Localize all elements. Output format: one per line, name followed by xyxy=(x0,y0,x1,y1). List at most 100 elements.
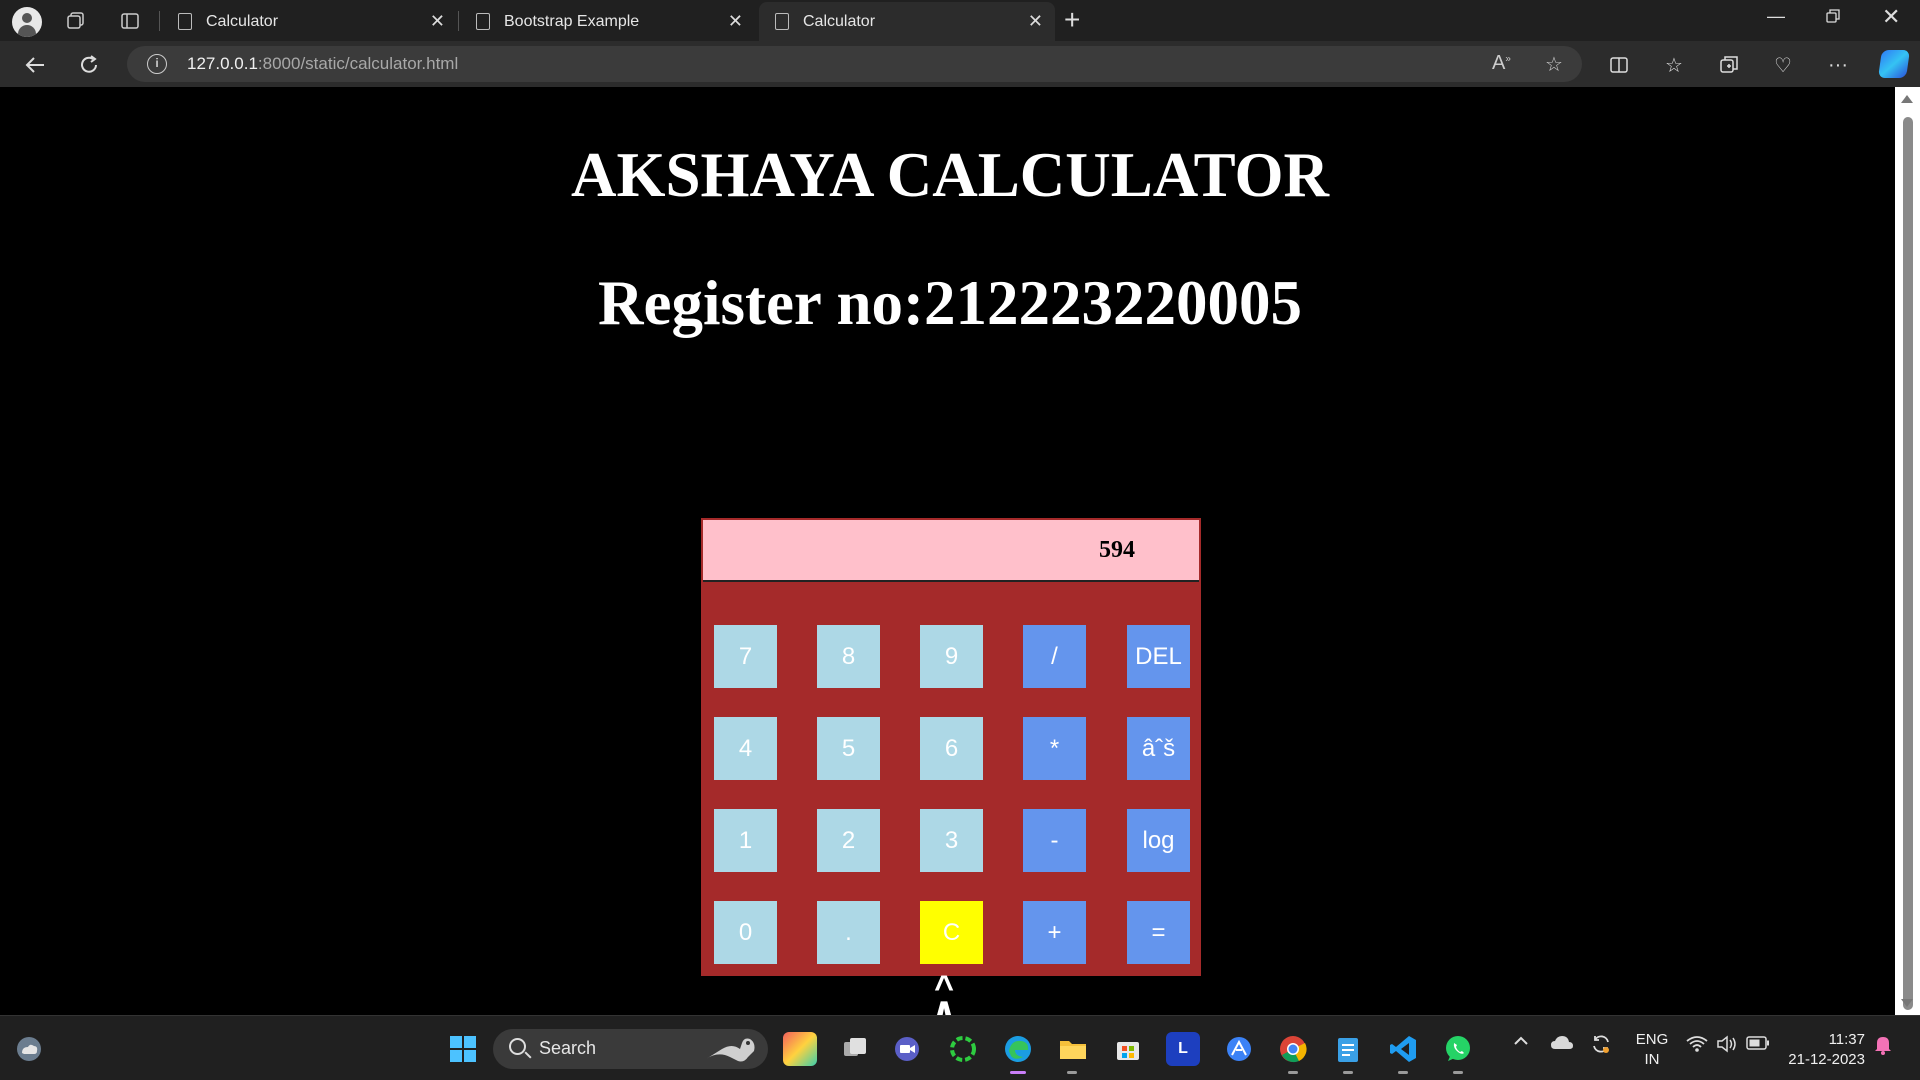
mouse-cursor-icon: ^ ∧ xyxy=(930,969,958,1015)
key-multiply[interactable]: * xyxy=(1023,717,1086,780)
key-9[interactable]: 9 xyxy=(920,625,983,688)
wifi-icon[interactable] xyxy=(1686,1035,1708,1058)
key-divide[interactable]: / xyxy=(1023,625,1086,688)
workspaces-icon[interactable] xyxy=(60,5,92,37)
close-tab-icon[interactable]: ✕ xyxy=(728,11,743,32)
profile-avatar-icon[interactable] xyxy=(12,7,42,37)
file-explorer-icon[interactable] xyxy=(1056,1032,1090,1066)
tab-bootstrap-example[interactable]: Bootstrap Example ✕ xyxy=(460,2,755,41)
sync-icon[interactable] xyxy=(1590,1033,1612,1060)
read-aloud-icon[interactable]: A» xyxy=(1492,52,1511,75)
favorite-star-icon[interactable]: ☆ xyxy=(1545,52,1563,77)
site-info-icon[interactable]: i xyxy=(147,54,167,74)
copilot-preview-icon[interactable] xyxy=(783,1032,817,1066)
tab-title: Calculator xyxy=(206,12,279,30)
search-icon xyxy=(509,1038,526,1055)
more-options-icon[interactable]: ··· xyxy=(1821,48,1855,82)
search-label: Search xyxy=(539,1038,597,1058)
key-equals[interactable]: = xyxy=(1127,901,1190,964)
weather-widget-icon[interactable] xyxy=(12,1032,46,1066)
key-delete[interactable]: DEL xyxy=(1127,625,1190,688)
vector-app-icon[interactable] xyxy=(1222,1032,1256,1066)
tab-separator xyxy=(159,11,160,31)
url-host: 127.0.0.1 xyxy=(187,54,258,73)
scroll-up-arrow-icon[interactable] xyxy=(1901,95,1913,103)
address-bar[interactable]: i 127.0.0.1:8000/static/calculator.html … xyxy=(127,46,1582,82)
new-tab-plus-icon[interactable]: + xyxy=(1064,4,1080,36)
scroll-thumb[interactable] xyxy=(1903,117,1913,1010)
back-arrow-icon[interactable] xyxy=(18,48,52,82)
notification-bell-icon[interactable] xyxy=(1874,1034,1892,1061)
microsoft-store-icon[interactable] xyxy=(1111,1032,1145,1066)
calculator-display: 594 xyxy=(703,520,1199,582)
page-icon xyxy=(775,13,789,30)
favorites-icon[interactable]: ☆ xyxy=(1657,48,1691,82)
windows-start-icon[interactable] xyxy=(446,1032,480,1066)
key-3[interactable]: 3 xyxy=(920,809,983,872)
key-add[interactable]: + xyxy=(1023,901,1086,964)
tab-separator xyxy=(458,11,459,31)
url-path: :8000/static/calculator.html xyxy=(257,54,459,73)
onedrive-cloud-icon[interactable] xyxy=(1550,1034,1574,1055)
key-4[interactable]: 4 xyxy=(714,717,777,780)
app-running-indicator xyxy=(1288,1071,1298,1074)
page-icon xyxy=(476,13,490,30)
chrome-browser-icon[interactable] xyxy=(1276,1032,1310,1066)
browser-title-bar: Calculator ✕ Bootstrap Example ✕ Calcula… xyxy=(0,0,1920,41)
task-view-icon[interactable] xyxy=(838,1032,872,1066)
key-subtract[interactable]: - xyxy=(1023,809,1086,872)
refresh-icon[interactable] xyxy=(72,48,106,82)
display-value: 594 xyxy=(1099,537,1135,563)
key-square-root[interactable]: âˆš xyxy=(1127,717,1190,780)
key-2[interactable]: 2 xyxy=(817,809,880,872)
minimize-icon[interactable]: — xyxy=(1767,6,1785,27)
copilot-icon[interactable] xyxy=(1878,50,1910,78)
register-number: Register no:212223220005 xyxy=(597,268,1302,338)
collections-icon[interactable] xyxy=(1712,48,1746,82)
vscode-icon[interactable] xyxy=(1386,1032,1420,1066)
clock-date: 21-12-2023 xyxy=(1788,1051,1865,1068)
key-clear[interactable]: C xyxy=(920,901,983,964)
loading-circle-app-icon[interactable] xyxy=(946,1032,980,1066)
meet-video-icon[interactable] xyxy=(890,1032,924,1066)
vertical-scrollbar[interactable] xyxy=(1895,87,1920,1015)
key-decimal[interactable]: . xyxy=(817,901,880,964)
vertical-tabs-icon[interactable] xyxy=(114,5,146,37)
whatsapp-icon[interactable] xyxy=(1441,1032,1475,1066)
notepad-icon[interactable] xyxy=(1331,1032,1365,1066)
close-tab-icon[interactable]: ✕ xyxy=(430,11,445,32)
language-indicator[interactable]: ENG IN xyxy=(1632,1030,1672,1070)
l-app-icon[interactable]: L xyxy=(1166,1032,1200,1066)
taskbar-search-box[interactable]: Search xyxy=(493,1029,768,1069)
scroll-down-arrow-icon[interactable] xyxy=(1901,999,1913,1007)
restore-icon[interactable] xyxy=(1825,8,1841,29)
tab-title: Bootstrap Example xyxy=(504,12,640,30)
tab-calculator-1[interactable]: Calculator ✕ xyxy=(162,2,457,41)
key-1[interactable]: 1 xyxy=(714,809,777,872)
key-6[interactable]: 6 xyxy=(920,717,983,780)
language-code: ENG xyxy=(1635,1031,1669,1048)
tab-title: Calculator xyxy=(803,12,876,30)
key-5[interactable]: 5 xyxy=(817,717,880,780)
battery-icon[interactable] xyxy=(1746,1036,1770,1055)
edge-browser-icon[interactable] xyxy=(1001,1032,1035,1066)
app-running-indicator xyxy=(1343,1071,1353,1074)
key-8[interactable]: 8 xyxy=(817,625,880,688)
split-screen-icon[interactable] xyxy=(1602,48,1636,82)
key-0[interactable]: 0 xyxy=(714,901,777,964)
tab-calculator-active[interactable]: Calculator ✕ xyxy=(759,2,1055,41)
volume-icon[interactable] xyxy=(1716,1035,1738,1058)
page-viewport: AKSHAYA CALCULATOR Register no:212223220… xyxy=(5,87,1895,1015)
url-text[interactable]: 127.0.0.1:8000/static/calculator.html xyxy=(187,54,458,74)
system-clock[interactable]: 11:37 21-12-2023 xyxy=(1785,1030,1865,1070)
key-log[interactable]: log xyxy=(1127,809,1190,872)
close-tab-icon[interactable]: ✕ xyxy=(1028,11,1043,32)
key-7[interactable]: 7 xyxy=(714,625,777,688)
show-hidden-icons-chevron-icon[interactable] xyxy=(1512,1032,1530,1055)
close-window-icon[interactable]: ✕ xyxy=(1882,4,1900,30)
page-icon xyxy=(178,13,192,30)
browser-toolbar: i 127.0.0.1:8000/static/calculator.html … xyxy=(0,41,1920,87)
active-app-indicator xyxy=(1010,1071,1026,1074)
browser-essentials-icon[interactable]: ♡ xyxy=(1766,48,1800,82)
page-title: AKSHAYA CALCULATOR xyxy=(571,140,1329,210)
